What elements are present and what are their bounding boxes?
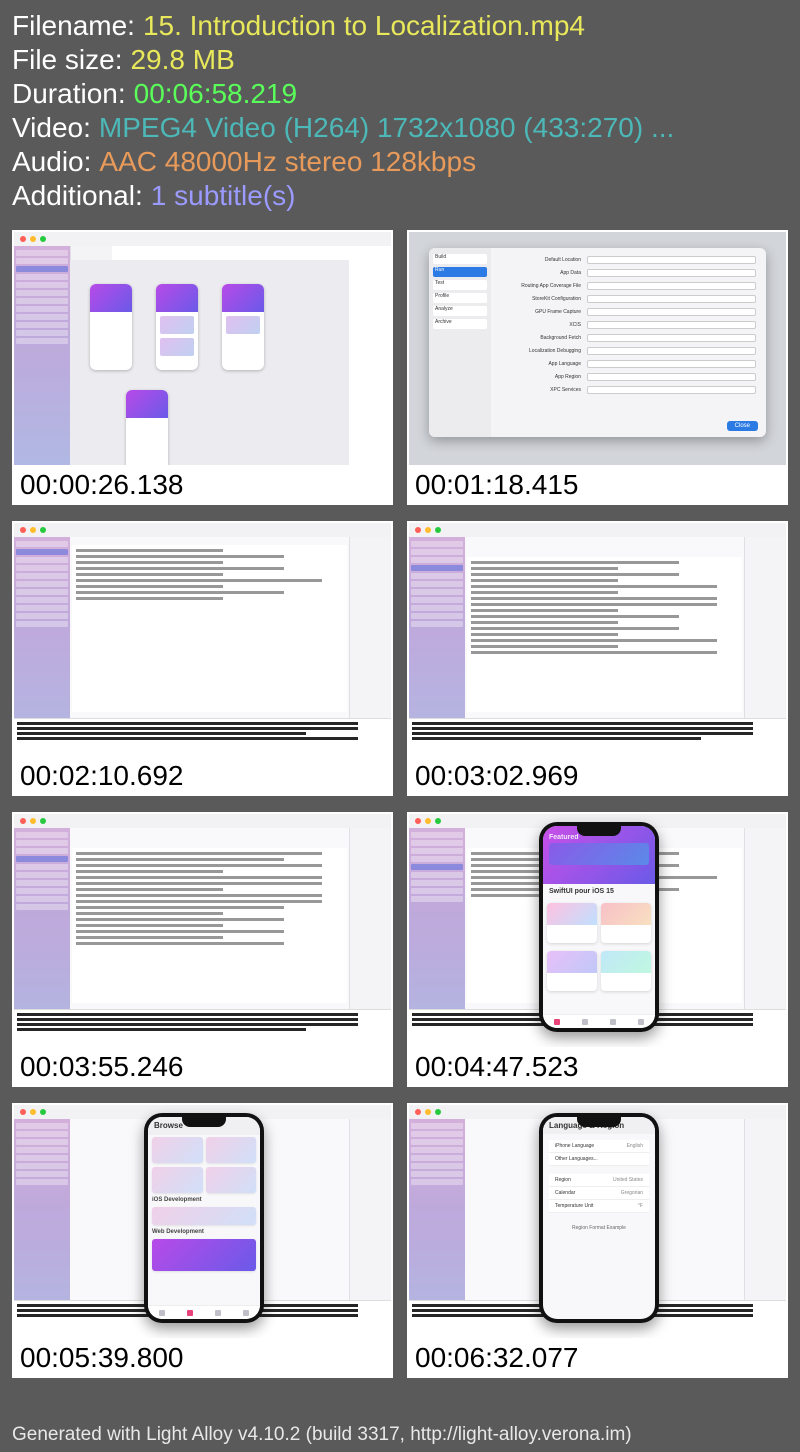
value-video: MPEG4 Video (H264) 1732x1080 (433:270) .… [99, 112, 674, 144]
thumbnail-image [14, 814, 391, 1047]
value-additional: 1 subtitle(s) [151, 180, 296, 212]
value-filename: 15. Introduction to Localization.mp4 [143, 10, 585, 42]
timestamp-label: 00:02:10.692 [14, 756, 391, 794]
thumbnail-image: Browse iOS Development Web Development [14, 1105, 391, 1338]
label-audio: Audio: [12, 146, 91, 178]
thumbnail-cell: Featured SwiftUI pour iOS 15 00:04 [407, 812, 788, 1087]
thumbnail-grid: 00:00:26.138 Build Run Test Profile Anal… [0, 222, 800, 1378]
scheme-dialog: Build Run Test Profile Analyze Archive D… [429, 248, 766, 437]
close-button: Close [727, 421, 758, 431]
thumbnail-cell: Browse iOS Development Web Development 0… [12, 1103, 393, 1378]
label-filesize: File size: [12, 44, 122, 76]
thumbnail-cell: Language & Region iPhone LanguageEnglish… [407, 1103, 788, 1378]
thumbnail-cell: 00:03:55.246 [12, 812, 393, 1087]
timestamp-label: 00:03:02.969 [409, 756, 786, 794]
thumbnail-image [14, 523, 391, 756]
thumbnail-cell: 00:02:10.692 [12, 521, 393, 796]
timestamp-label: 00:05:39.800 [14, 1338, 391, 1376]
thumbnail-cell: 00:03:02.969 [407, 521, 788, 796]
timestamp-label: 00:00:26.138 [14, 465, 391, 503]
label-additional: Additional: [12, 180, 143, 212]
file-info-header: Filename: 15. Introduction to Localizati… [0, 0, 800, 222]
row-duration: Duration: 00:06:58.219 [12, 78, 788, 110]
row-filesize: File size: 29.8 MB [12, 44, 788, 76]
timestamp-label: 00:03:55.246 [14, 1047, 391, 1085]
row-filename: Filename: 15. Introduction to Localizati… [12, 10, 788, 42]
label-filename: Filename: [12, 10, 135, 42]
value-duration: 00:06:58.219 [134, 78, 298, 110]
timestamp-label: 00:01:18.415 [409, 465, 786, 503]
label-duration: Duration: [12, 78, 126, 110]
row-video: Video: MPEG4 Video (H264) 1732x1080 (433… [12, 112, 788, 144]
thumbnail-cell: Build Run Test Profile Analyze Archive D… [407, 230, 788, 505]
value-filesize: 29.8 MB [130, 44, 234, 76]
label-video: Video: [12, 112, 91, 144]
timestamp-label: 00:06:32.077 [409, 1338, 786, 1376]
thumbnail-image: Language & Region iPhone LanguageEnglish… [409, 1105, 786, 1338]
simulator-iphone: Featured SwiftUI pour iOS 15 [539, 822, 659, 1032]
row-audio: Audio: AAC 48000Hz stereo 128kbps [12, 146, 788, 178]
row-additional: Additional: 1 subtitle(s) [12, 180, 788, 212]
thumbnail-image: Build Run Test Profile Analyze Archive D… [409, 232, 786, 465]
footer-text: Generated with Light Alloy v4.10.2 (buil… [12, 1424, 632, 1446]
thumbnail-cell: 00:00:26.138 [12, 230, 393, 505]
thumbnail-image [14, 232, 391, 465]
value-audio: AAC 48000Hz stereo 128kbps [99, 146, 476, 178]
simulator-iphone: Language & Region iPhone LanguageEnglish… [539, 1113, 659, 1323]
timestamp-label: 00:04:47.523 [409, 1047, 786, 1085]
thumbnail-image: Featured SwiftUI pour iOS 15 [409, 814, 786, 1047]
thumbnail-image [409, 523, 786, 756]
simulator-iphone: Browse iOS Development Web Development [144, 1113, 264, 1323]
